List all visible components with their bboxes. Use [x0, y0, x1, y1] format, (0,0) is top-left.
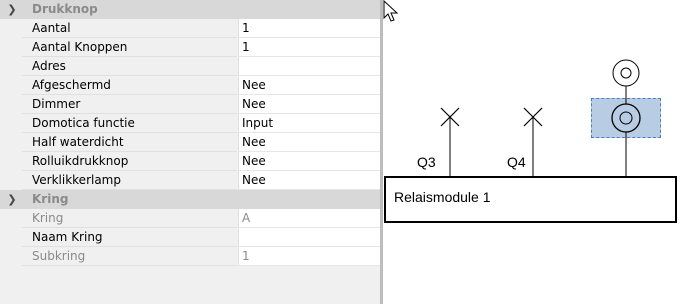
- cross-icon[interactable]: [440, 107, 460, 176]
- property-value[interactable]: Input: [242, 114, 382, 132]
- property-value[interactable]: [242, 57, 382, 75]
- property-name: Verklikkerlamp: [32, 173, 121, 187]
- property-name: Kring: [32, 211, 64, 225]
- property-row-naam-kring[interactable]: Naam Kring: [0, 228, 382, 247]
- property-row-aantal[interactable]: Aantal 1: [0, 19, 382, 38]
- property-value: 1: [242, 249, 250, 263]
- property-value[interactable]: 1: [242, 38, 382, 56]
- module-label: Relaismodule 1: [394, 189, 491, 205]
- property-name: Adres: [32, 59, 66, 73]
- property-value[interactable]: Nee: [242, 171, 382, 189]
- category-kring[interactable]: ❯ Kring: [0, 190, 382, 209]
- property-value[interactable]: [242, 228, 382, 246]
- property-row-domotica-functie[interactable]: Domotica functie Input: [0, 114, 382, 133]
- chevron-down-icon[interactable]: ❯: [6, 0, 18, 19]
- category-label: Drukknop: [32, 2, 98, 16]
- schema-drawing: [440, 59, 641, 176]
- property-row-subkring: Subkring 1: [0, 247, 382, 266]
- property-row-adres[interactable]: Adres: [0, 57, 382, 76]
- relay-module[interactable]: Relaismodule 1: [384, 176, 677, 223]
- schema-canvas[interactable]: Q3 Q4 Relaismodule 1: [383, 0, 689, 304]
- property-row-verklikkerlamp[interactable]: Verklikkerlamp Nee: [0, 171, 382, 190]
- property-row-rolluikdrukknop[interactable]: Rolluikdrukknop Nee: [0, 152, 382, 171]
- pushbutton-icon[interactable]: [612, 59, 640, 104]
- mouse-pointer-icon: [383, 0, 399, 22]
- category-drukknop[interactable]: ❯ Drukknop: [0, 0, 382, 19]
- property-name: Subkring: [32, 249, 86, 263]
- property-name: Rolluikdrukknop: [32, 154, 129, 168]
- pushbutton-icon[interactable]: [611, 103, 641, 176]
- chevron-down-icon[interactable]: ❯: [6, 190, 18, 209]
- property-name: Dimmer: [32, 97, 81, 111]
- category-label: Kring: [32, 192, 69, 206]
- cross-icon[interactable]: [523, 107, 543, 176]
- property-name: Naam Kring: [32, 230, 103, 244]
- property-value[interactable]: Nee: [242, 95, 382, 113]
- property-name: Aantal: [32, 21, 71, 35]
- property-row-half-waterdicht[interactable]: Half waterdicht Nee: [0, 133, 382, 152]
- property-value[interactable]: Nee: [242, 133, 382, 151]
- property-row-kring: Kring A: [0, 209, 382, 228]
- property-value: A: [242, 211, 251, 225]
- property-row-afgeschermd[interactable]: Afgeschermd Nee: [0, 76, 382, 95]
- output-label-q3: Q3: [417, 154, 436, 170]
- property-row-aantal-knoppen[interactable]: Aantal Knoppen 1: [0, 38, 382, 57]
- property-grid: ❯ Drukknop Aantal 1 Aantal Knoppen 1 Adr…: [0, 0, 383, 304]
- property-row-dimmer[interactable]: Dimmer Nee: [0, 95, 382, 114]
- property-value[interactable]: 1: [242, 19, 382, 37]
- property-name: Domotica functie: [32, 116, 135, 130]
- property-name: Half waterdicht: [32, 135, 124, 149]
- property-name: Afgeschermd: [32, 78, 111, 92]
- property-value[interactable]: Nee: [242, 152, 382, 170]
- output-label-q4: Q4: [507, 154, 526, 170]
- property-name: Aantal Knoppen: [32, 40, 128, 54]
- property-value[interactable]: Nee: [242, 76, 382, 94]
